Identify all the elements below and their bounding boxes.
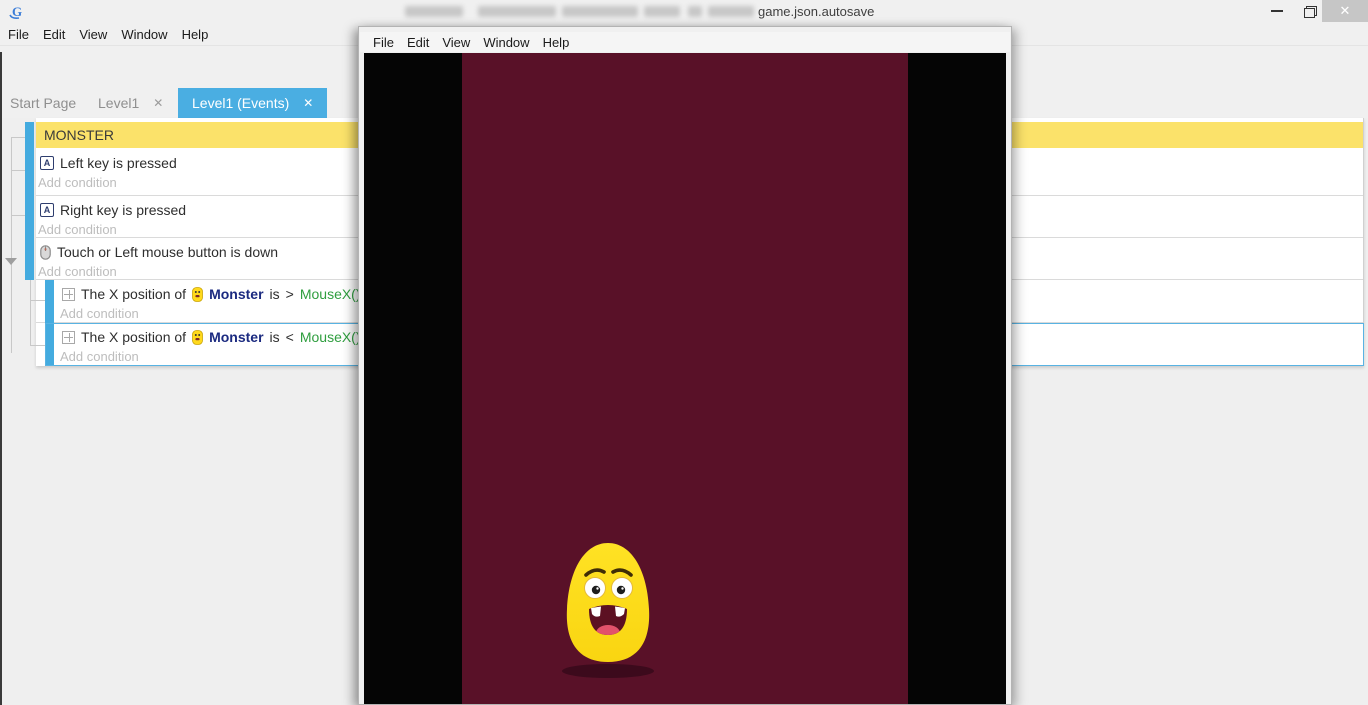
preview-menu-bar: File Edit View Window Help bbox=[360, 32, 1010, 52]
keyboard-key-icon: A bbox=[40, 156, 54, 170]
title-bar: G game.json.autosave ✕ bbox=[0, 0, 1368, 24]
game-stage bbox=[462, 53, 908, 704]
close-icon: ✕ bbox=[1340, 3, 1351, 19]
position-icon bbox=[62, 288, 75, 301]
menu-view[interactable]: View bbox=[79, 27, 107, 42]
close-button[interactable]: ✕ bbox=[1322, 0, 1368, 22]
menu-file[interactable]: File bbox=[8, 27, 29, 42]
operator: > bbox=[286, 286, 294, 302]
keyboard-key-icon: A bbox=[40, 203, 54, 217]
condition-verb: is bbox=[270, 286, 280, 302]
tab-close-icon[interactable]: ✕ bbox=[303, 96, 313, 110]
event-bar bbox=[25, 196, 34, 238]
monster-object-icon bbox=[192, 330, 203, 345]
restore-button[interactable] bbox=[1294, 0, 1324, 22]
gdevelop-logo-icon: G bbox=[8, 3, 28, 21]
preview-menu-window[interactable]: Window bbox=[483, 35, 529, 50]
minimize-button[interactable] bbox=[1262, 0, 1292, 22]
menu-window[interactable]: Window bbox=[121, 27, 167, 42]
event-bar bbox=[45, 280, 54, 323]
tab-level1[interactable]: Level1 ✕ bbox=[98, 88, 163, 118]
window-title: game.json.autosave bbox=[758, 4, 874, 19]
menu-edit[interactable]: Edit bbox=[43, 27, 65, 42]
redacted-title-segment bbox=[688, 6, 702, 17]
object-name: Monster bbox=[209, 329, 263, 345]
restore-icon bbox=[1304, 6, 1315, 16]
redacted-title-segment bbox=[562, 6, 638, 17]
comment-text: MONSTER bbox=[44, 127, 114, 143]
condition-text: Touch or Left mouse button is down bbox=[57, 244, 278, 260]
monster-sprite bbox=[556, 539, 660, 679]
tree-line bbox=[30, 345, 45, 346]
tree-line bbox=[11, 215, 25, 216]
event-bar bbox=[25, 148, 34, 196]
event-bar bbox=[45, 323, 54, 366]
preview-menu-help[interactable]: Help bbox=[543, 35, 570, 50]
redacted-title-segment bbox=[478, 6, 556, 17]
gdevelop-window: G game.json.autosave ✕ File Edit View Wi… bbox=[0, 0, 1368, 705]
event-bar bbox=[25, 122, 34, 148]
tree-line bbox=[11, 170, 25, 171]
menu-help[interactable]: Help bbox=[182, 27, 209, 42]
redacted-title-segment bbox=[405, 6, 463, 17]
condition-verb: is bbox=[270, 329, 280, 345]
tab-close-icon[interactable]: ✕ bbox=[153, 96, 163, 110]
preview-menu-edit[interactable]: Edit bbox=[407, 35, 429, 50]
condition-text-prefix: The X position of bbox=[81, 286, 186, 302]
event-bar bbox=[25, 238, 34, 280]
panel-left-edge bbox=[0, 52, 2, 705]
tab-level1-events[interactable]: Level1 (Events) ✕ bbox=[178, 88, 327, 118]
game-viewport bbox=[364, 53, 1006, 704]
game-preview-window: File Edit View Window Help bbox=[358, 26, 1012, 705]
position-icon bbox=[62, 331, 75, 344]
minimize-icon bbox=[1271, 10, 1283, 12]
tab-label: Level1 (Events) bbox=[192, 95, 289, 111]
tree-line bbox=[11, 137, 25, 138]
condition-text: Left key is pressed bbox=[60, 155, 177, 171]
mouse-icon bbox=[40, 245, 51, 260]
object-name: Monster bbox=[209, 286, 263, 302]
preview-menu-file[interactable]: File bbox=[373, 35, 394, 50]
redacted-title-segment bbox=[644, 6, 680, 17]
tab-label: Level1 bbox=[98, 95, 139, 111]
tab-label: Start Page bbox=[10, 95, 76, 111]
tree-line bbox=[30, 270, 31, 345]
condition-text-prefix: The X position of bbox=[81, 329, 186, 345]
redacted-title-segment bbox=[708, 6, 754, 17]
operator: < bbox=[286, 329, 294, 345]
condition-text: Right key is pressed bbox=[60, 202, 186, 218]
svg-text:G: G bbox=[12, 4, 22, 19]
preview-menu-view[interactable]: View bbox=[442, 35, 470, 50]
collapse-arrow-icon[interactable] bbox=[5, 258, 17, 265]
tree-line bbox=[30, 300, 45, 301]
monster-object-icon bbox=[192, 287, 203, 302]
tab-start-page[interactable]: Start Page bbox=[10, 88, 76, 118]
